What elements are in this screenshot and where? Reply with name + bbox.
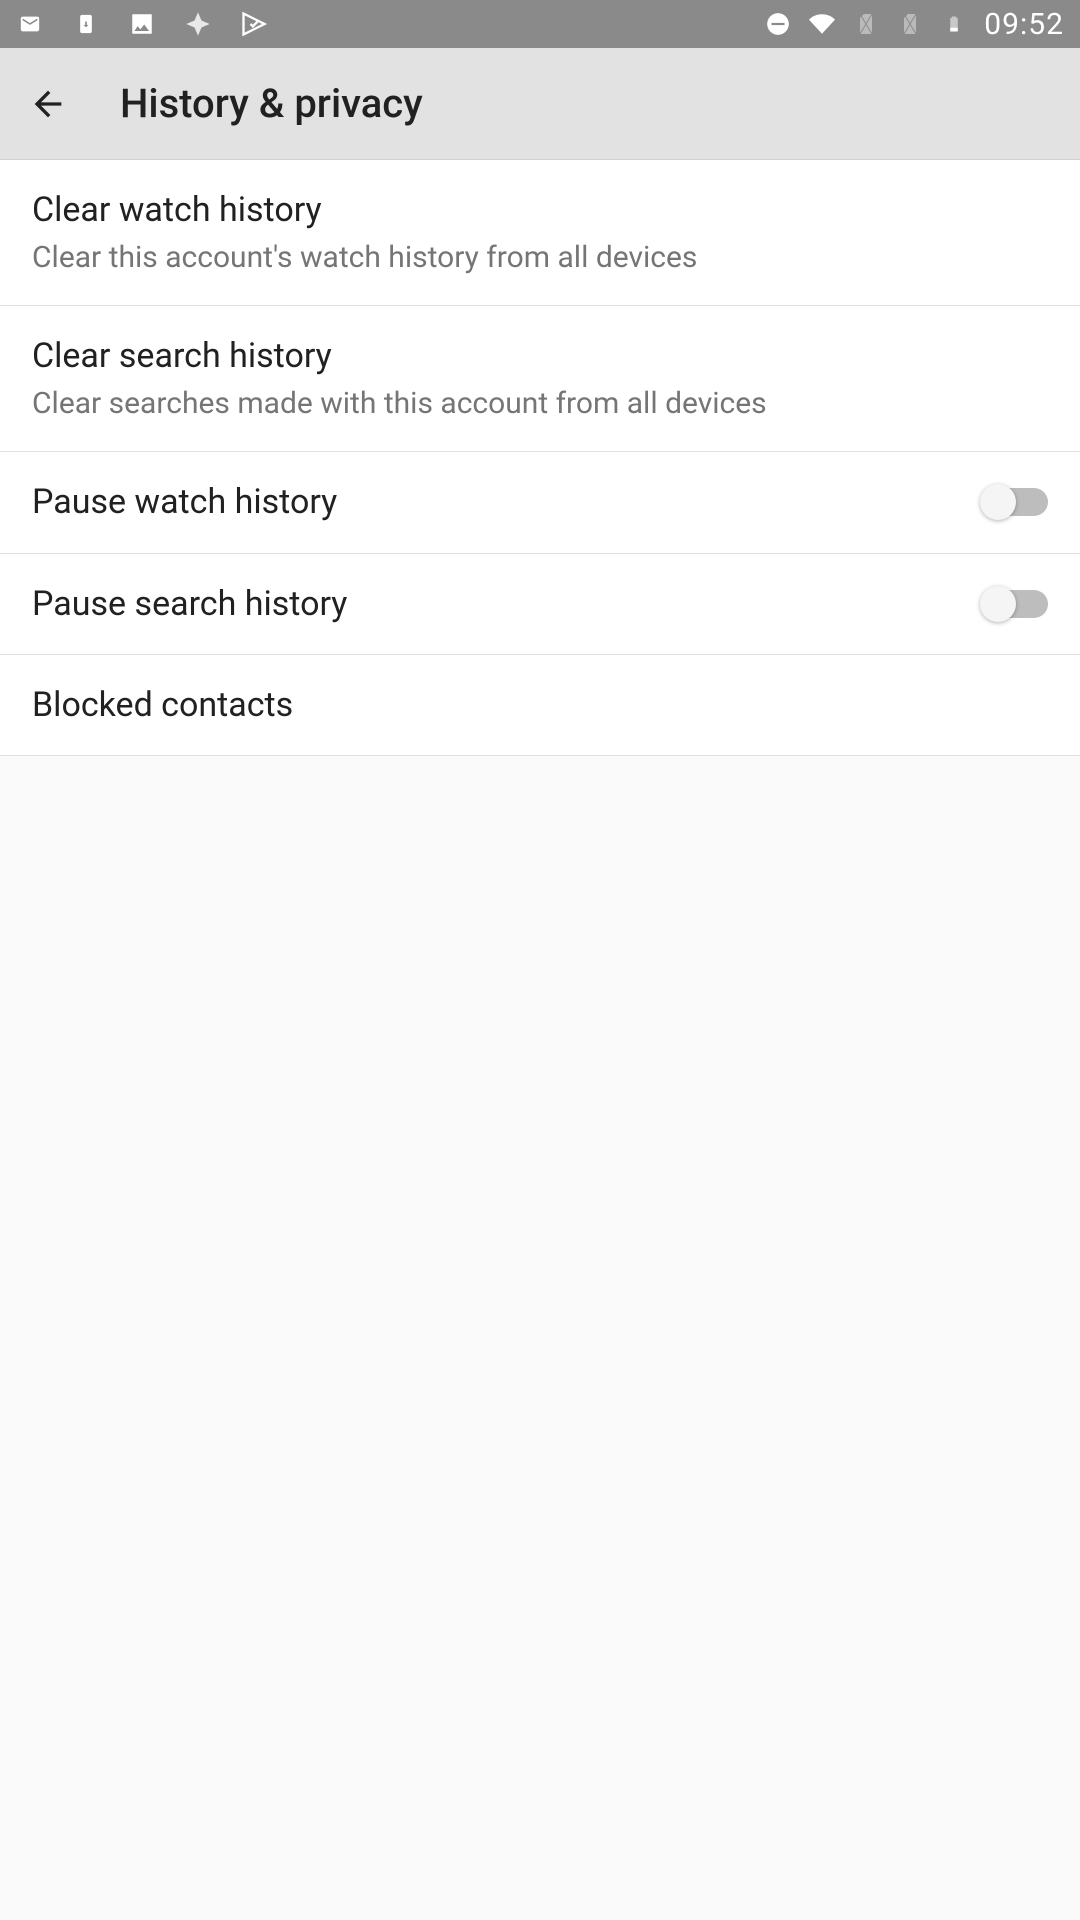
empty-area (0, 756, 1080, 1856)
setting-title: Blocked contacts (32, 683, 1048, 727)
photos-icon (128, 10, 156, 38)
download-icon (72, 10, 100, 38)
pause-search-history-row[interactable]: Pause search history (0, 554, 1080, 655)
play-check-icon (240, 10, 268, 38)
settings-list: Clear watch history Clear this account's… (0, 160, 1080, 756)
battery-icon (940, 10, 968, 38)
status-time: 09:52 (984, 7, 1064, 42)
setting-subtitle: Clear searches made with this account fr… (32, 384, 1048, 423)
wifi-icon (808, 10, 836, 38)
pause-watch-history-row[interactable]: Pause watch history (0, 452, 1080, 553)
status-left-icons (16, 10, 268, 38)
dnd-icon (764, 10, 792, 38)
setting-subtitle: Clear this account's watch history from … (32, 238, 1048, 277)
back-button[interactable] (24, 80, 72, 128)
setting-title: Clear search history (32, 334, 1048, 378)
setting-title: Pause search history (32, 582, 960, 626)
setting-title: Pause watch history (32, 480, 960, 524)
gmail-icon (16, 10, 44, 38)
clear-search-history-row[interactable]: Clear search history Clear searches made… (0, 306, 1080, 452)
sim1-icon (852, 10, 880, 38)
pause-watch-history-toggle[interactable] (980, 483, 1048, 521)
status-bar: 09:52 (0, 0, 1080, 48)
setting-title: Clear watch history (32, 188, 1048, 232)
pause-search-history-toggle[interactable] (980, 585, 1048, 623)
sim2-icon (896, 10, 924, 38)
page-title: History & privacy (120, 80, 423, 127)
clear-watch-history-row[interactable]: Clear watch history Clear this account's… (0, 160, 1080, 306)
status-right-icons: 09:52 (764, 7, 1064, 42)
pinwheel-icon (184, 10, 212, 38)
arrow-back-icon (28, 84, 68, 124)
blocked-contacts-row[interactable]: Blocked contacts (0, 655, 1080, 756)
app-bar: History & privacy (0, 48, 1080, 160)
